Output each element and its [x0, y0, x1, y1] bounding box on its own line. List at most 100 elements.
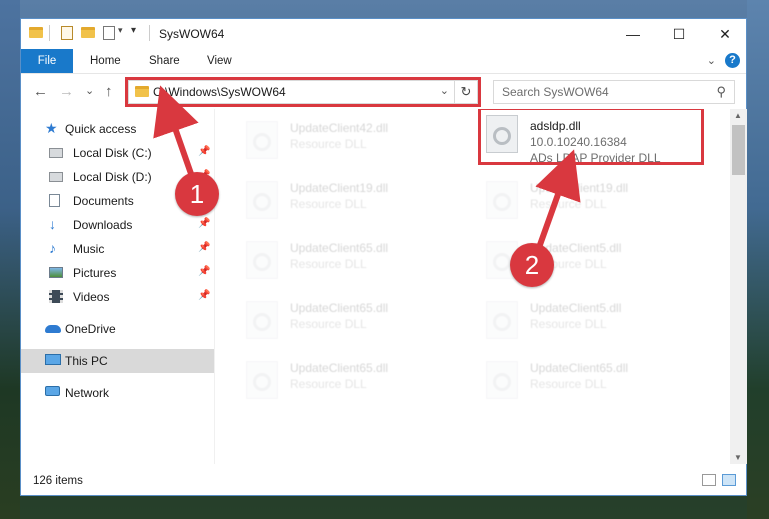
sidebar-item-local-disk-c[interactable]: Local Disk (C:) 📌 [21, 141, 214, 165]
sidebar-item-label: Quick access [65, 122, 137, 136]
divider [49, 25, 50, 41]
dll-file-icon [246, 181, 278, 219]
list-item[interactable]: UpdateClient65.dll Resource DLL [238, 235, 468, 287]
desktop-background-left [0, 0, 20, 519]
list-item[interactable]: UpdateClient65.dll Resource DLL [238, 295, 468, 347]
downloads-icon: ↓ [49, 216, 56, 232]
network-icon [45, 386, 60, 396]
sidebar-item-label: OneDrive [65, 322, 116, 336]
file-name: UpdateClient42.dll [290, 121, 389, 135]
sidebar-item-onedrive[interactable]: OneDrive [21, 317, 214, 341]
pin-icon[interactable]: 📌 [198, 146, 210, 157]
address-highlight-box [125, 77, 481, 107]
navigation-pane: ★ Quick access Local Disk (C:) 📌 Local D… [21, 109, 215, 464]
help-icon[interactable]: ? [725, 53, 740, 68]
step-badge-2: 2 [510, 243, 554, 287]
file-type: Resource DLL [530, 317, 607, 331]
tab-file[interactable]: File [21, 49, 73, 73]
pin-icon[interactable]: 📌 [198, 218, 210, 229]
list-item[interactable]: UpdateClient19.dll Resource DLL [238, 175, 468, 227]
large-icons-view-icon[interactable] [722, 474, 736, 486]
sidebar-item-music[interactable]: ♪ Music 📌 [21, 237, 214, 261]
tab-share[interactable]: Share [149, 49, 180, 73]
file-name: UpdateClient65.dll [530, 361, 629, 375]
customize-quick-access-icon[interactable] [103, 26, 115, 40]
file-name: UpdateClient19.dll [290, 181, 389, 195]
drive-icon [49, 148, 63, 158]
ribbon-tabs: File Home Share View ⌄ ? [21, 49, 746, 74]
dll-file-icon [486, 361, 518, 399]
sidebar-item-downloads[interactable]: ↓ Downloads 📌 [21, 213, 214, 237]
details-view-icon[interactable] [702, 474, 716, 486]
minimize-button[interactable]: — [610, 19, 656, 49]
sidebar-item-network[interactable]: Network [21, 381, 214, 405]
sidebar-item-label: Downloads [73, 218, 133, 232]
status-bar: 126 items [21, 465, 746, 495]
file-name: UpdateClient65.dll [290, 241, 389, 255]
search-box[interactable]: Search SysWOW64 ⚲ [493, 80, 735, 104]
sidebar-item-label: Music [73, 242, 105, 256]
file-type: Resource DLL [290, 257, 367, 271]
vertical-scrollbar[interactable]: ▲ ▼ [730, 109, 747, 464]
file-type: Resource DLL [530, 197, 607, 211]
scroll-down-icon[interactable]: ▼ [734, 453, 742, 462]
expand-ribbon-icon[interactable]: ⌄ [707, 54, 716, 67]
pin-icon[interactable]: 📌 [198, 266, 210, 277]
music-icon: ♪ [49, 240, 56, 256]
list-item[interactable]: UpdateClient65.dll Resource DLL [478, 355, 708, 407]
dropdown-icon[interactable]: ▾ [118, 25, 123, 36]
pictures-icon [49, 267, 63, 278]
sidebar-item-pictures[interactable]: Pictures 📌 [21, 261, 214, 285]
dll-file-icon [486, 181, 518, 219]
item-count: 126 items [33, 475, 83, 487]
dll-file-icon [486, 301, 518, 339]
sidebar-item-label: Local Disk (C:) [73, 146, 152, 160]
desktop-background-right [747, 0, 769, 519]
dll-file-icon [246, 301, 278, 339]
recent-locations-button[interactable]: ⌄ [85, 84, 94, 97]
dll-file-icon [246, 361, 278, 399]
sidebar-item-quick-access[interactable]: ★ Quick access [21, 117, 214, 141]
navigation-bar: ← → ⌄ ↑ C:\Windows\SysWOW64 ⌄ ↻ Search S… [21, 74, 746, 108]
dll-file-icon [246, 121, 278, 159]
explorer-window: ▾ ▾ SysWOW64 — ☐ ✕ File Home Share View … [20, 18, 747, 496]
scrollbar-thumb[interactable] [732, 125, 745, 175]
qat-menu-icon[interactable]: ▾ [131, 25, 136, 36]
up-button[interactable]: ↑ [105, 83, 113, 100]
tab-view[interactable]: View [207, 49, 232, 73]
onedrive-icon [45, 325, 61, 333]
scroll-up-icon[interactable]: ▲ [734, 111, 742, 120]
list-item[interactable]: UpdateClient19.dll Resource DLL [478, 175, 708, 227]
back-button[interactable]: ← [33, 83, 48, 100]
list-item[interactable]: UpdateClient42.dll Resource DLL [238, 115, 468, 167]
tab-home[interactable]: Home [90, 49, 121, 73]
documents-icon [49, 194, 60, 207]
title-bar: ▾ ▾ SysWOW64 — ☐ ✕ [21, 19, 746, 49]
sidebar-item-videos[interactable]: Videos 📌 [21, 285, 214, 309]
window-title: SysWOW64 [159, 27, 225, 41]
dll-file-icon [246, 241, 278, 279]
pin-icon[interactable]: 📌 [198, 290, 210, 301]
list-item[interactable]: UpdateClient65.dll Resource DLL [238, 355, 468, 407]
search-input[interactable]: Search SysWOW64 [502, 85, 609, 99]
file-name: UpdateClient5.dll [530, 301, 622, 315]
forward-button[interactable]: → [59, 83, 74, 100]
file-type: Resource DLL [290, 377, 367, 391]
pin-icon[interactable]: 📌 [198, 242, 210, 253]
list-item[interactable]: UpdateClient5.dll Resource DLL [478, 295, 708, 347]
properties-icon[interactable] [61, 26, 73, 40]
file-name: UpdateClient19.dll [530, 181, 629, 195]
videos-icon [49, 290, 63, 303]
close-button[interactable]: ✕ [702, 19, 748, 49]
sidebar-item-label: Documents [73, 194, 134, 208]
new-folder-icon[interactable] [81, 27, 95, 38]
search-icon[interactable]: ⚲ [716, 84, 726, 100]
file-name: UpdateClient65.dll [290, 361, 389, 375]
file-highlight-box [478, 109, 704, 165]
maximize-button[interactable]: ☐ [656, 19, 702, 49]
sidebar-item-this-pc[interactable]: This PC [21, 349, 214, 373]
folder-icon [29, 27, 43, 38]
sidebar-item-label: Local Disk (D:) [73, 170, 152, 184]
sidebar-item-label: Network [65, 386, 110, 400]
file-type: Resource DLL [290, 137, 367, 151]
